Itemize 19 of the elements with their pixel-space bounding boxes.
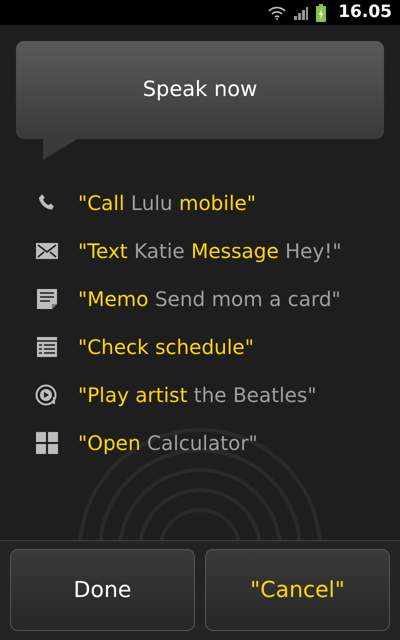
signal-icon (294, 6, 308, 20)
voice-command: "Check schedule" (78, 334, 254, 361)
voice-command: "Play artist the Beatles" (78, 382, 317, 409)
voice-command: "Text Katie Message Hey!" (78, 238, 342, 265)
checklist-icon (36, 336, 58, 358)
bubble-tail-icon (43, 138, 79, 160)
envelope-icon (36, 243, 58, 259)
voice-command: "Memo Send mom a card" (78, 286, 341, 313)
prompt-title: Speak now (142, 76, 258, 104)
battery-icon (316, 4, 326, 22)
music-disc-icon (35, 383, 59, 407)
wifi-icon (268, 6, 286, 20)
action-button[interactable]: Done (10, 549, 195, 631)
grid-icon (36, 432, 58, 454)
action-button[interactable]: "Cancel" (205, 549, 390, 631)
voice-command: "Open Calculator" (78, 430, 258, 457)
voice-command: "Call Lulu mobile" (78, 190, 256, 217)
note-icon (36, 288, 58, 310)
clock: 16.05 (338, 0, 392, 24)
